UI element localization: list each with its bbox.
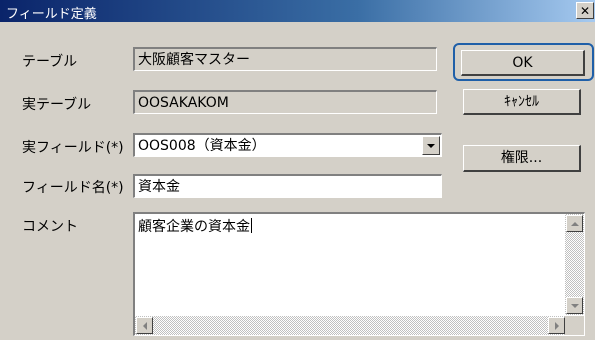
- table-label: テーブル: [22, 54, 78, 70]
- dialog-title: フィールド定義: [6, 7, 97, 22]
- table-value: 大阪顧客マスター: [138, 52, 250, 68]
- chevron-down-icon: [427, 143, 435, 148]
- comment-label: コメント: [22, 219, 78, 235]
- field-definition-dialog: フィールド定義 ✕ テーブル 大阪顧客マスター 実テーブル OOSAKAKOM …: [0, 0, 595, 340]
- cancel-button[interactable]: ｷｬﾝｾﾙ: [463, 89, 581, 115]
- real-table-label: 実テーブル: [22, 97, 92, 113]
- real-field-label: 実フィールド(*): [22, 140, 124, 156]
- real-field-combobox[interactable]: OOS008（資本金）: [133, 133, 442, 157]
- real-table-field: OOSAKAKOM: [133, 90, 437, 114]
- text-caret: [251, 218, 252, 233]
- scroll-right-button[interactable]: [548, 317, 565, 334]
- table-field: 大阪顧客マスター: [133, 47, 437, 71]
- permission-button[interactable]: 権限...: [463, 145, 581, 172]
- arrow-right-icon: [554, 321, 559, 330]
- arrow-left-icon: [142, 321, 147, 330]
- comment-textarea[interactable]: 顧客企業の資本金: [133, 212, 585, 336]
- title-bar: フィールド定義 ✕: [0, 0, 595, 22]
- field-name-label: フィールド名(*): [22, 180, 124, 196]
- field-name-value: 資本金: [138, 179, 180, 195]
- ok-button[interactable]: OK: [461, 50, 585, 76]
- real-table-value: OOSAKAKOM: [138, 95, 229, 111]
- real-field-value: OOS008（資本金）: [138, 138, 266, 154]
- horizontal-scrollbar[interactable]: [135, 316, 566, 335]
- comment-text: 顧客企業の資本金: [138, 218, 252, 235]
- close-button[interactable]: ✕: [576, 2, 594, 19]
- scrollbar-corner: [565, 316, 584, 335]
- vertical-scrollbar[interactable]: [565, 214, 584, 315]
- scroll-down-button[interactable]: [566, 297, 583, 314]
- arrow-up-icon: [570, 221, 579, 226]
- scroll-up-button[interactable]: [566, 215, 583, 232]
- close-icon: ✕: [579, 4, 591, 18]
- arrow-down-icon: [570, 303, 579, 308]
- field-name-input[interactable]: 資本金: [133, 174, 442, 198]
- combobox-dropdown-button[interactable]: [422, 136, 440, 155]
- scroll-left-button[interactable]: [136, 317, 153, 334]
